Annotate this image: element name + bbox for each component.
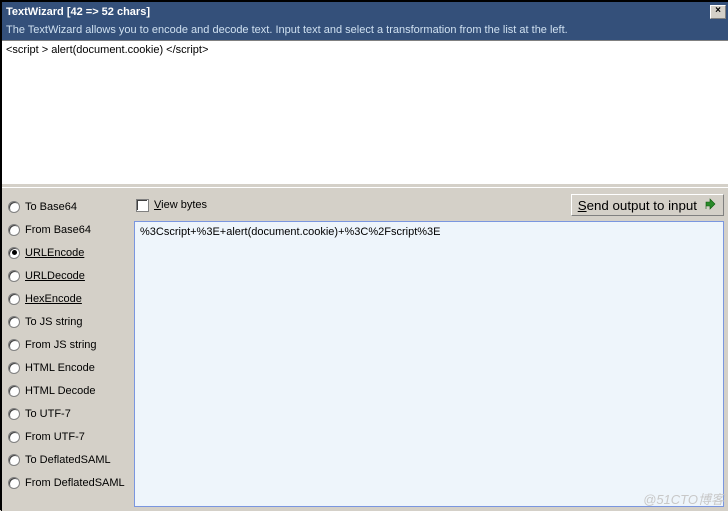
transform-option-label: To JS string xyxy=(25,316,82,328)
radio-icon xyxy=(8,293,20,305)
transform-option-label: To DeflatedSAML xyxy=(25,454,111,466)
transform-option-label: From DeflatedSAML xyxy=(25,477,125,489)
input-textarea[interactable] xyxy=(2,40,728,184)
transform-list: To Base64 From Base64 URLEncode URLDecode He… xyxy=(2,191,132,511)
radio-icon xyxy=(8,431,20,443)
close-icon: × xyxy=(715,5,721,16)
radio-icon xyxy=(8,339,20,351)
radio-icon xyxy=(8,362,20,374)
transform-option-label: HexEncode xyxy=(25,293,82,305)
transform-option-label: HTML Decode xyxy=(25,385,96,397)
transform-option-label: From Base64 xyxy=(25,224,91,236)
send-output-button[interactable]: Send output to input xyxy=(571,194,724,216)
transform-option-label: URLEncode xyxy=(25,247,84,259)
radio-icon xyxy=(8,408,20,420)
view-bytes-label: View bytes xyxy=(154,199,207,211)
send-output-label: Send output to input xyxy=(578,198,697,213)
transform-option-label: From UTF-7 xyxy=(25,431,85,443)
radio-icon xyxy=(8,247,20,259)
output-textarea[interactable]: %3Cscript+%3E+alert(document.cookie)+%3C… xyxy=(134,221,724,507)
transform-option[interactable]: From DeflatedSAML xyxy=(4,471,130,494)
hint-text: The TextWizard allows you to encode and … xyxy=(2,22,728,40)
radio-icon xyxy=(8,224,20,236)
transform-option-label: URLDecode xyxy=(25,270,85,282)
transform-option[interactable]: URLDecode xyxy=(4,264,130,287)
transform-option[interactable]: To JS string xyxy=(4,310,130,333)
transform-option[interactable]: To UTF-7 xyxy=(4,402,130,425)
transform-option[interactable]: HTML Decode xyxy=(4,379,130,402)
close-button[interactable]: × xyxy=(710,5,726,19)
right-pane: View bytes Send output to input %3Cscrip… xyxy=(132,191,728,511)
radio-icon xyxy=(8,477,20,489)
send-arrow-icon xyxy=(703,198,717,212)
transform-option[interactable]: To Base64 xyxy=(4,195,130,218)
radio-icon xyxy=(8,385,20,397)
title-bar: TextWizard [42 => 52 chars] × xyxy=(2,2,728,22)
transform-option[interactable]: HTML Encode xyxy=(4,356,130,379)
transform-option[interactable]: From JS string xyxy=(4,333,130,356)
radio-icon xyxy=(8,316,20,328)
transform-option-label: To Base64 xyxy=(25,201,77,213)
transform-option[interactable]: From UTF-7 xyxy=(4,425,130,448)
transform-option-label: HTML Encode xyxy=(25,362,95,374)
lower-pane: To Base64 From Base64 URLEncode URLDecode He… xyxy=(2,191,728,511)
output-toolbar: View bytes Send output to input xyxy=(134,193,724,217)
radio-icon xyxy=(8,454,20,466)
view-bytes-checkbox[interactable]: View bytes xyxy=(134,199,207,212)
transform-option[interactable]: HexEncode xyxy=(4,287,130,310)
transform-option[interactable]: From Base64 xyxy=(4,218,130,241)
radio-icon xyxy=(8,201,20,213)
transform-option-label: From JS string xyxy=(25,339,97,351)
transform-option[interactable]: To DeflatedSAML xyxy=(4,448,130,471)
transform-option-label: To UTF-7 xyxy=(25,408,71,420)
radio-icon xyxy=(8,270,20,282)
window-title: TextWizard [42 => 52 chars] xyxy=(6,6,150,18)
transform-option[interactable]: URLEncode xyxy=(4,241,130,264)
checkbox-icon xyxy=(136,199,149,212)
